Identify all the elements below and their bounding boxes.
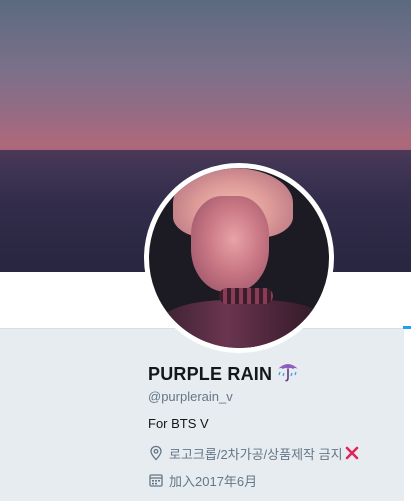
profile-bio: For BTS V bbox=[148, 416, 209, 431]
avatar-face bbox=[191, 196, 269, 292]
red-x-icon bbox=[345, 446, 358, 460]
calendar-icon bbox=[149, 474, 163, 487]
avatar-choker bbox=[219, 288, 273, 304]
profile-join-date: 加入2017年6月 bbox=[148, 471, 257, 489]
profile-handle[interactable]: @purplerain_v bbox=[148, 389, 233, 404]
profile-name[interactable]: PURPLE RAIN bbox=[148, 364, 272, 385]
profile-avatar[interactable] bbox=[144, 163, 334, 353]
profile-location: 로고크롭/2차가공/상품제작 금지 bbox=[148, 444, 359, 462]
content-column-edge bbox=[404, 329, 411, 501]
join-date-text: 加入2017年6月 bbox=[169, 473, 258, 489]
location-text: 로고크롭/2차가공/상품제작 금지 bbox=[169, 446, 343, 462]
umbrella-with-rain-icon bbox=[278, 364, 298, 382]
avatar-jacket bbox=[159, 300, 329, 348]
location-pin-icon bbox=[150, 445, 162, 461]
